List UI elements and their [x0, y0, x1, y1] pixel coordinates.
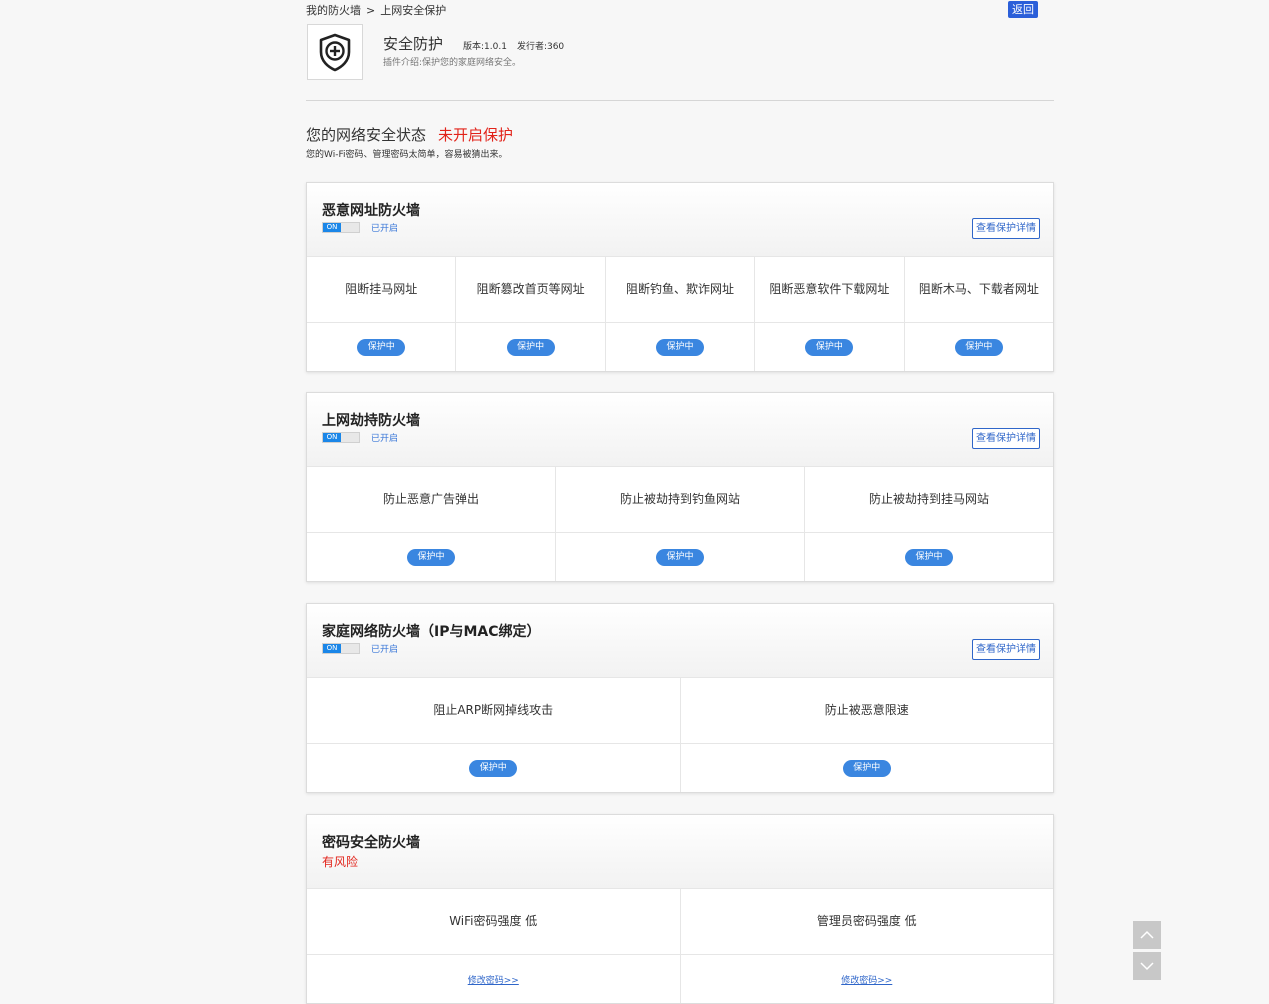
protection-item-label: 防止被劫持到挂马网站 — [805, 467, 1053, 533]
protection-grid: 阻止ARP断网掉线攻击保护中 防止被恶意限速保护中 — [307, 678, 1053, 792]
protection-item: 防止被劫持到钓鱼网站保护中 — [556, 467, 805, 581]
plugin-meta: 版本:1.0.1 发行者:360 — [463, 39, 574, 52]
protection-item: 防止恶意广告弹出保护中 — [307, 467, 556, 581]
protection-item: 阻断木马、下载者网址保护中 — [904, 257, 1054, 371]
protecting-badge: 保护中 — [506, 338, 555, 356]
protection-grid: 防止恶意广告弹出保护中 防止被劫持到钓鱼网站保护中 防止被劫持到挂马网站保护中 — [307, 467, 1053, 581]
protecting-badge: 保护中 — [357, 338, 406, 356]
security-status: 您的网络安全状态 未开启保护 — [306, 124, 513, 145]
plugin-name: 安全防护 — [383, 35, 444, 53]
protecting-badge: 保护中 — [407, 548, 455, 566]
password-strength-label: WiFi密码强度 低 — [307, 889, 680, 955]
toggle-state: ON — [323, 223, 341, 232]
protecting-badge: 保护中 — [656, 338, 705, 356]
password-strength-label: 管理员密码强度 低 — [680, 889, 1053, 955]
breadcrumb: 我的防火墙 > 上网安全保护 — [306, 2, 446, 18]
plugin-icon-box — [307, 24, 363, 80]
protection-item-label: 阻断木马、下载者网址 — [904, 257, 1054, 323]
protecting-badge: 保护中 — [842, 759, 891, 777]
protection-item-label: 阻断篡改首页等网址 — [456, 257, 605, 323]
protecting-badge: 保护中 — [469, 759, 518, 777]
panel-title: 恶意网址防火墙 — [322, 203, 420, 219]
protection-item-label: 阻断挂马网址 — [307, 257, 456, 323]
panel-title: 密码安全防火墙 — [322, 835, 420, 851]
scroll-down-button[interactable] — [1133, 952, 1161, 980]
plugin-description: 插件介绍:保护您的家庭网络安全。 — [383, 58, 522, 68]
shield-plus-icon — [319, 33, 351, 72]
protection-item: 阻止ARP断网掉线攻击保护中 — [307, 678, 681, 792]
panel-header: 密码安全防火墙 有风险 — [307, 815, 1053, 889]
protection-item-label: 阻断钓鱼、欺诈网址 — [605, 257, 755, 323]
change-wifi-password-link[interactable]: 修改密码>> — [468, 973, 519, 986]
protecting-badge: 保护中 — [805, 338, 854, 356]
breadcrumb-current: 上网安全保护 — [380, 4, 447, 17]
panel-malicious-url-firewall: 恶意网址防火墙 ON 已开启 查看保护详情 阻断挂马网址保护中 阻断篡改首页等网… — [306, 182, 1054, 372]
protecting-badge: 保护中 — [954, 338, 1003, 356]
change-admin-password-link[interactable]: 修改密码>> — [841, 973, 892, 986]
panel-header: 家庭网络防火墙（IP与MAC绑定） ON 已开启 查看保护详情 — [307, 604, 1053, 678]
back-button[interactable]: 返回 — [1008, 1, 1038, 18]
password-item: 管理员密码强度 低修改密码>> — [680, 889, 1053, 1003]
plugin-version: 版本:1.0.1 — [463, 42, 507, 52]
password-item: WiFi密码强度 低修改密码>> — [307, 889, 681, 1003]
firewall-toggle[interactable]: ON — [322, 432, 360, 443]
firewall-toggle[interactable]: ON — [322, 643, 360, 654]
plugin-publisher: 发行者:360 — [516, 42, 565, 52]
protection-item-label: 防止被恶意限速 — [680, 678, 1053, 744]
protection-item: 阻断钓鱼、欺诈网址保护中 — [605, 257, 756, 371]
protection-item-label: 阻断恶意软件下载网址 — [755, 257, 904, 323]
protecting-badge: 保护中 — [905, 548, 953, 566]
toggle-state: ON — [323, 433, 341, 442]
protection-item-label: 防止恶意广告弹出 — [307, 467, 555, 533]
security-status-subtitle: 您的Wi-Fi密码、管理密码太简单，容易被猜出来。 — [306, 150, 508, 160]
panel-title: 家庭网络防火墙（IP与MAC绑定） — [322, 624, 541, 640]
view-details-button[interactable]: 查看保护详情 — [972, 639, 1040, 660]
protection-item: 阻断挂马网址 保护中 — [307, 257, 457, 371]
breadcrumb-parent[interactable]: 我的防火墙 — [306, 2, 361, 18]
chevron-up-icon — [1140, 930, 1154, 939]
risk-label: 有风险 — [322, 855, 359, 869]
view-details-button[interactable]: 查看保护详情 — [972, 218, 1040, 239]
toggle-label: 已开启 — [371, 645, 399, 655]
chevron-down-icon — [1140, 962, 1154, 971]
protection-item-label: 阻止ARP断网掉线攻击 — [307, 678, 680, 744]
view-details-button[interactable]: 查看保护详情 — [972, 428, 1040, 449]
firewall-toggle[interactable]: ON — [322, 222, 360, 233]
panel-header: 恶意网址防火墙 ON 已开启 查看保护详情 — [307, 183, 1053, 257]
panel-title: 上网劫持防火墙 — [322, 413, 420, 429]
security-status-state: 未开启保护 — [438, 126, 514, 144]
protecting-badge: 保护中 — [656, 548, 704, 566]
protection-item: 阻断恶意软件下载网址保护中 — [755, 257, 905, 371]
header-divider — [306, 100, 1054, 101]
panel-hijack-firewall: 上网劫持防火墙 ON 已开启 查看保护详情 防止恶意广告弹出保护中 防止被劫持到… — [306, 392, 1054, 582]
protection-item: 防止被恶意限速保护中 — [680, 678, 1053, 792]
toggle-label: 已开启 — [371, 434, 399, 444]
panel-header: 上网劫持防火墙 ON 已开启 查看保护详情 — [307, 393, 1053, 467]
toggle-state: ON — [323, 644, 341, 653]
protection-item: 阻断篡改首页等网址保护中 — [456, 257, 606, 371]
toggle-label: 已开启 — [371, 224, 399, 234]
password-grid: WiFi密码强度 低修改密码>> 管理员密码强度 低修改密码>> — [307, 889, 1053, 1003]
panel-password-firewall: 密码安全防火墙 有风险 WiFi密码强度 低修改密码>> 管理员密码强度 低修改… — [306, 814, 1054, 1004]
protection-grid: 阻断挂马网址保护中 阻断篡改首页等网址保护中 阻断钓鱼、欺诈网址保护中 阻断恶意… — [307, 257, 1054, 371]
panel-home-network-firewall: 家庭网络防火墙（IP与MAC绑定） ON 已开启 查看保护详情 阻止ARP断网掉… — [306, 603, 1054, 793]
security-status-title: 您的网络安全状态 — [306, 126, 427, 144]
scroll-up-button[interactable] — [1133, 921, 1161, 949]
protection-item: 防止被劫持到挂马网站保护中 — [805, 467, 1053, 581]
protection-item-label: 防止被劫持到钓鱼网站 — [556, 467, 804, 533]
breadcrumb-separator: > — [366, 4, 376, 17]
